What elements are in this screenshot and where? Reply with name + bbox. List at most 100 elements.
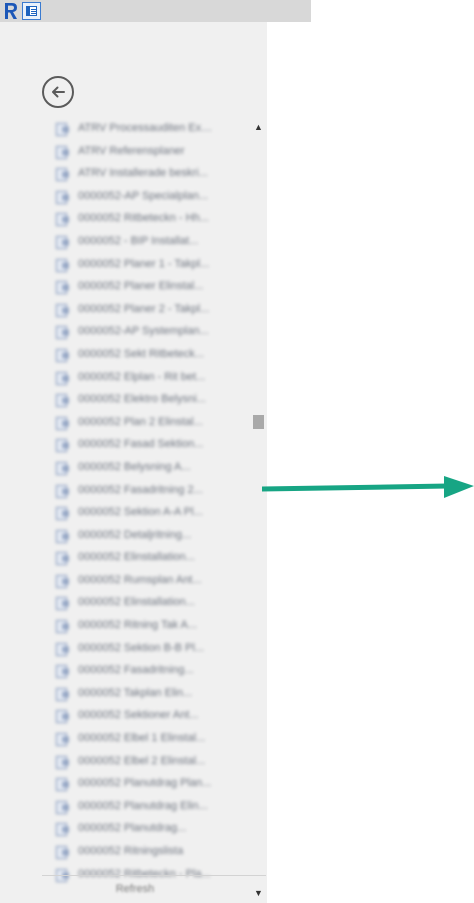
document-icon: [56, 755, 69, 769]
list-item[interactable]: 0000052 Fasadritning 2...: [42, 480, 248, 503]
list-item-label: 0000052 Fasad Sektion...: [78, 438, 204, 451]
list-item[interactable]: 0000052 Elplan - Rit bet...: [42, 367, 248, 390]
list-item[interactable]: 0000052-AP Systemplan...: [42, 321, 248, 344]
list-item[interactable]: 0000052 Planer 2 - Takpl...: [42, 299, 248, 322]
list-item-label: 0000052 Planer Elinstal...: [78, 280, 204, 293]
document-icon: [56, 461, 69, 475]
list-item-label: 0000052 - BIP Installat...: [78, 234, 199, 247]
vertical-scrollbar[interactable]: ▲ ▼: [252, 122, 265, 901]
list-item[interactable]: 0000052 Sektion B-B Pl...: [42, 638, 248, 661]
list-item-label: 0000052 Planutdrag...: [78, 822, 187, 835]
list-item[interactable]: 0000052 Ritning Tak A...: [42, 615, 248, 638]
document-icon: [56, 507, 69, 521]
list-item[interactable]: 0000052 Detaljritning...: [42, 525, 248, 548]
document-icon: [56, 710, 69, 724]
document-icon: [56, 597, 69, 611]
document-icon: [56, 281, 69, 295]
list-item[interactable]: 0000052 - BIP Installat...: [42, 231, 248, 254]
list-item[interactable]: 0000052 Elektro Belysni...: [42, 389, 248, 412]
list-item[interactable]: 0000052 Elbel 2 Elinstal...: [42, 751, 248, 774]
list-item-label: 0000052 Planutdrag Plan...: [78, 777, 212, 790]
list-item-label: 0000052 Ritbeteckn - Hh...: [78, 212, 209, 225]
list-item-label: ATRV Installerade beskri...: [78, 167, 208, 180]
list-item[interactable]: ATRV Processauditen Exam...: [42, 118, 248, 141]
list-item[interactable]: 0000052 Fasad Sektion...: [42, 434, 248, 457]
list-item[interactable]: 0000052 Planer Elinstal...: [42, 276, 248, 299]
list-item-label: 0000052 Sektion A-A Pl...: [78, 506, 203, 519]
list-item[interactable]: 0000052 Rumsplan Ant...: [42, 570, 248, 593]
document-icon: [56, 665, 69, 679]
list-item-label: 0000052 Fasadritning 2...: [78, 483, 203, 496]
list-item-label: 0000052 Rumsplan Ant...: [78, 573, 202, 586]
list-item[interactable]: 0000052 Planutdrag...: [42, 818, 248, 841]
document-icon: [56, 303, 69, 317]
list-item[interactable]: 0000052 Sektioner Ant...: [42, 705, 248, 728]
list-item-label: 0000052 Fasadritning...: [78, 664, 194, 677]
list-item-label: ATRV Referensplaner: [78, 144, 185, 157]
list-item[interactable]: 0000052 Belysning A...: [42, 457, 248, 480]
list-item[interactable]: 0000052 Takplan Elin...: [42, 683, 248, 706]
back-button[interactable]: [42, 76, 74, 108]
scroll-thumb[interactable]: [253, 414, 264, 429]
list-item[interactable]: 0000052 Ritningslista: [42, 841, 248, 864]
document-icon: [56, 620, 69, 634]
list-item[interactable]: 0000052 Fasadritning...: [42, 660, 248, 683]
list-item-label: 0000052 Takplan Elin...: [78, 686, 193, 699]
list-item[interactable]: ATRV Referensplaner: [42, 141, 248, 164]
title-toolbar: [0, 0, 311, 22]
list-item[interactable]: 0000052 Elinstallation...: [42, 592, 248, 615]
list-item[interactable]: 0000052 Planer 1 - Takpl...: [42, 254, 248, 277]
list-item-label: 0000052 Planer 1 - Takpl...: [78, 257, 210, 270]
list-item-label: 0000052 Planutdrag Elin...: [78, 799, 208, 812]
document-icon: [56, 846, 69, 859]
list-item-label: ATRV Processauditen Exam...: [78, 122, 218, 134]
list-item-label: 0000052 Detaljritning...: [78, 528, 192, 541]
list-item-label: 0000052 Elbel 1 Elinstal...: [78, 732, 206, 745]
document-list: ATRV Processauditen Exam... ATRV Referens…: [42, 118, 248, 900]
document-icon: [56, 439, 69, 453]
document-icon: [56, 394, 69, 408]
document-icon: [56, 190, 69, 204]
document-icon: [56, 168, 69, 182]
revit-r-icon[interactable]: [4, 2, 18, 20]
document-icon: [56, 574, 69, 588]
panel-footer: Refresh: [42, 875, 266, 903]
document-icon: [56, 484, 69, 498]
document-icon: [56, 800, 69, 814]
list-item-label: 0000052 Elektro Belysni...: [78, 393, 206, 406]
list-item-label: 0000052 Elinstallation...: [78, 596, 195, 609]
list-item[interactable]: 0000052-AP Specialplan...: [42, 186, 248, 209]
list-item-label: 0000052 Elplan - Rit bet...: [78, 370, 206, 383]
document-icon: [56, 823, 69, 837]
list-item-label: 0000052 Planer 2 - Takpl...: [78, 302, 210, 315]
document-icon: [56, 235, 69, 249]
list-item[interactable]: 0000052 Sekt Ritbeteck...: [42, 344, 248, 367]
document-icon: [56, 348, 69, 362]
document-icon: [56, 552, 69, 566]
document-icon: [56, 778, 69, 792]
list-item-label: 0000052 Sektion B-B Pl...: [78, 641, 204, 654]
list-item-label: 0000052 Elbel 2 Elinstal...: [78, 754, 206, 767]
list-item-label: 0000052 Elinstallation...: [78, 551, 195, 564]
list-item[interactable]: 0000052 Plan 2 Elinstal...: [42, 412, 248, 435]
document-icon: [56, 326, 69, 340]
list-item[interactable]: 0000052 Elbel 1 Elinstal...: [42, 728, 248, 751]
list-item-label: 0000052 Plan 2 Elinstal...: [78, 415, 203, 428]
document-view-icon[interactable]: [22, 2, 41, 20]
list-item-label: 0000052-AP Systemplan...: [78, 325, 209, 338]
list-item[interactable]: 0000052 Elinstallation...: [42, 547, 248, 570]
right-arrow-icon: [262, 476, 474, 498]
list-item-label: 0000052 Sektioner Ant...: [78, 709, 199, 722]
list-item[interactable]: ATRV Installerade beskri...: [42, 163, 248, 186]
list-item-label: 0000052 Ritningslista: [78, 845, 184, 857]
document-icon: [56, 416, 69, 430]
refresh-button[interactable]: Refresh: [100, 883, 170, 899]
scroll-up-button[interactable]: ▲: [253, 122, 264, 133]
list-item[interactable]: 0000052 Sektion A-A Pl...: [42, 502, 248, 525]
list-item-label: 0000052 Belysning A...: [78, 460, 191, 473]
list-item[interactable]: 0000052 Ritbeteckn - Hh...: [42, 208, 248, 231]
list-item[interactable]: 0000052 Planutdrag Elin...: [42, 796, 248, 819]
list-item[interactable]: 0000052 Planutdrag Plan...: [42, 773, 248, 796]
side-panel: ATRV Processauditen Exam... ATRV Referens…: [0, 22, 267, 903]
document-icon: [56, 213, 69, 227]
